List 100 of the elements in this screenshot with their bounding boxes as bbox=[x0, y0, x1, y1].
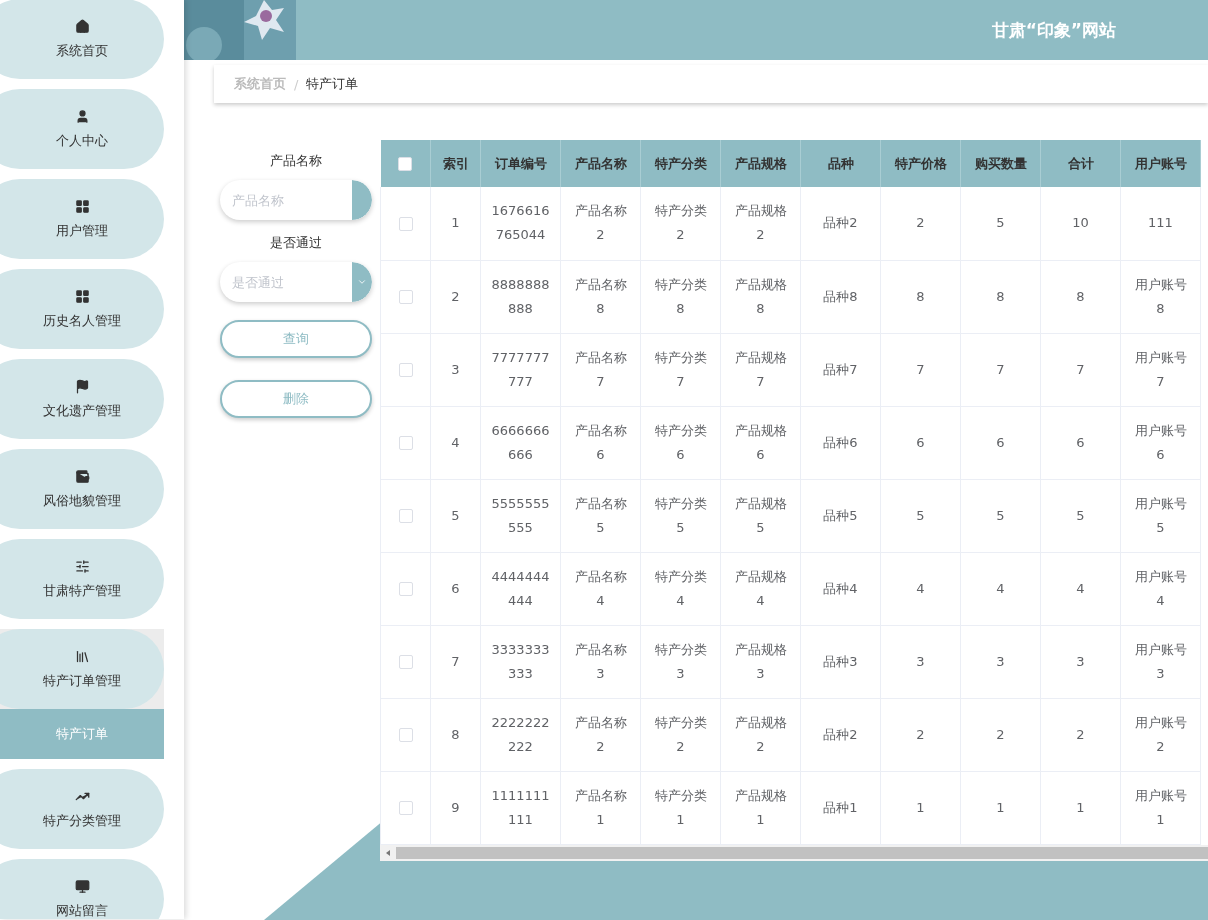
table-cell-text: 5 bbox=[916, 506, 925, 525]
checkbox[interactable] bbox=[398, 157, 413, 172]
monitor-icon bbox=[74, 878, 90, 894]
table-cell-text: 4444444444 bbox=[491, 567, 550, 610]
nav-item[interactable]: 特产分类管理 bbox=[0, 769, 164, 849]
checkbox[interactable] bbox=[398, 801, 413, 816]
table-cell-text: 用户账号7 bbox=[1133, 348, 1188, 391]
nav-item[interactable]: 用户管理 bbox=[0, 179, 164, 259]
column-header: 产品规格 bbox=[720, 140, 801, 187]
table-cell-text: 产品名称2 bbox=[573, 713, 628, 756]
table-cell-text: 1111111111 bbox=[491, 786, 550, 829]
table-cell-text: 2 bbox=[451, 287, 460, 306]
table-cell-text: 品种2 bbox=[823, 214, 858, 233]
table-cell-text: 6 bbox=[916, 433, 925, 452]
table-cell-text: 2 bbox=[1076, 725, 1085, 744]
checkbox[interactable] bbox=[398, 728, 413, 743]
table-cell-text: 产品规格1 bbox=[733, 786, 788, 829]
home-icon bbox=[74, 18, 90, 34]
table-cell-text: 品种2 bbox=[823, 725, 858, 744]
field-label: 产品名称 bbox=[270, 152, 322, 170]
table-cell-text: 用户账号2 bbox=[1133, 713, 1188, 756]
table-cell-text: 7 bbox=[996, 360, 1005, 379]
column-header: 特产分类 bbox=[640, 140, 721, 187]
table-cell-text: 8 bbox=[996, 287, 1005, 306]
table-cell-text: 5 bbox=[996, 214, 1005, 233]
table-cell-text: 产品名称8 bbox=[573, 275, 628, 318]
nav-item[interactable]: 风俗地貌管理 bbox=[0, 449, 164, 529]
table-cell-text: 2 bbox=[916, 725, 925, 744]
table-cell-text: 特产分类7 bbox=[653, 348, 708, 391]
field-label: 是否通过 bbox=[270, 234, 322, 252]
table-cell-text: 产品名称4 bbox=[573, 567, 628, 610]
select-end-cap[interactable] bbox=[352, 262, 372, 302]
table-cell-text: 特产分类2 bbox=[653, 713, 708, 756]
breadcrumb-item: 特产订单 bbox=[306, 75, 359, 93]
nav-item[interactable]: 历史名人管理 bbox=[0, 269, 164, 349]
table-cell-text: 品种5 bbox=[823, 506, 858, 525]
table-cell-text: 产品规格7 bbox=[733, 348, 788, 391]
nav-item[interactable]: 特产订单管理 bbox=[0, 629, 164, 709]
table-cell-text: 6 bbox=[1076, 433, 1085, 452]
table-cell-text: 7 bbox=[1076, 360, 1085, 379]
table-cell-text: 3 bbox=[1076, 652, 1085, 671]
table-cell-text: 产品名称1 bbox=[573, 786, 628, 829]
sliders-icon bbox=[74, 558, 90, 574]
breadcrumb-separator: / bbox=[294, 76, 299, 92]
table-cell-text: 用户账号4 bbox=[1133, 567, 1188, 610]
site-title: 甘肃“印象”网站 bbox=[991, 18, 1116, 42]
table-cell-text: 5555555555 bbox=[491, 494, 550, 537]
table-cell-text: 品种1 bbox=[823, 798, 858, 817]
select-field[interactable]: 是否通过 bbox=[220, 262, 352, 302]
table-cell-text: 1676616765044 bbox=[491, 202, 550, 245]
table-cell-text: 4 bbox=[1076, 579, 1085, 598]
table-cell-text: 4 bbox=[996, 579, 1005, 598]
checkbox[interactable] bbox=[398, 509, 413, 524]
table-cell-text: 用户账号3 bbox=[1133, 640, 1188, 683]
table-cell-text: 10 bbox=[1072, 214, 1089, 233]
table-cell-text: 2 bbox=[916, 214, 925, 233]
table-cell-text: 2222222222 bbox=[491, 713, 550, 756]
table-cell-text: 特产分类5 bbox=[653, 494, 708, 537]
column-header: 购买数量 bbox=[960, 140, 1041, 187]
checkbox[interactable] bbox=[398, 436, 413, 451]
books-icon bbox=[74, 648, 90, 664]
table-cell-text: 8 bbox=[1076, 287, 1085, 306]
table-cell-text: 用户账号1 bbox=[1133, 786, 1188, 829]
table-cell-text: 8 bbox=[451, 725, 460, 744]
table-cell-text: 1 bbox=[1076, 798, 1085, 817]
table-cell-text: 品种6 bbox=[823, 433, 858, 452]
column-header: 产品名称 bbox=[560, 140, 641, 187]
table-cell-text: 产品规格5 bbox=[733, 494, 788, 537]
table-cell-text: 特产分类2 bbox=[653, 202, 708, 245]
checkbox[interactable] bbox=[398, 217, 413, 231]
column-header: 合计 bbox=[1040, 140, 1121, 187]
caret-icon bbox=[357, 277, 367, 287]
table-cell-text: 特产分类3 bbox=[653, 640, 708, 683]
table-cell-text: 产品规格8 bbox=[733, 275, 788, 318]
table-cell-text: 5 bbox=[451, 506, 460, 525]
column-header: 品种 bbox=[800, 140, 881, 187]
table-cell-text: 产品名称7 bbox=[573, 348, 628, 391]
checkbox[interactable] bbox=[398, 290, 413, 305]
table-cell-text: 3 bbox=[996, 652, 1005, 671]
nav-item[interactable]: 个人中心 bbox=[0, 89, 164, 169]
nav-item[interactable]: 文化遗产管理 bbox=[0, 359, 164, 439]
table-cell-text: 特产分类1 bbox=[653, 786, 708, 829]
table-cell-text: 111 bbox=[1148, 214, 1173, 233]
input-field[interactable]: 产品名称 bbox=[220, 180, 352, 220]
user-icon bbox=[74, 108, 90, 124]
wallet-icon bbox=[74, 468, 90, 484]
nav-item[interactable]: 甘肃特产管理 bbox=[0, 539, 164, 619]
nav-item[interactable]: 系统首页 bbox=[0, 0, 164, 79]
table-cell-text: 特产分类6 bbox=[653, 421, 708, 464]
table-cell-text: 特产分类4 bbox=[653, 567, 708, 610]
nav-item[interactable]: 网站留言 bbox=[0, 859, 164, 919]
checkbox[interactable] bbox=[398, 655, 413, 670]
table-cell-text: 5 bbox=[1076, 506, 1085, 525]
column-header: 特产价格 bbox=[880, 140, 961, 187]
checkbox[interactable] bbox=[398, 363, 413, 378]
table-cell-text: 4 bbox=[451, 433, 460, 452]
checkbox[interactable] bbox=[398, 582, 413, 597]
table-cell-text: 5 bbox=[996, 506, 1005, 525]
table-cell-text: 3333333333 bbox=[491, 640, 550, 683]
table-cell-text: 2 bbox=[996, 725, 1005, 744]
